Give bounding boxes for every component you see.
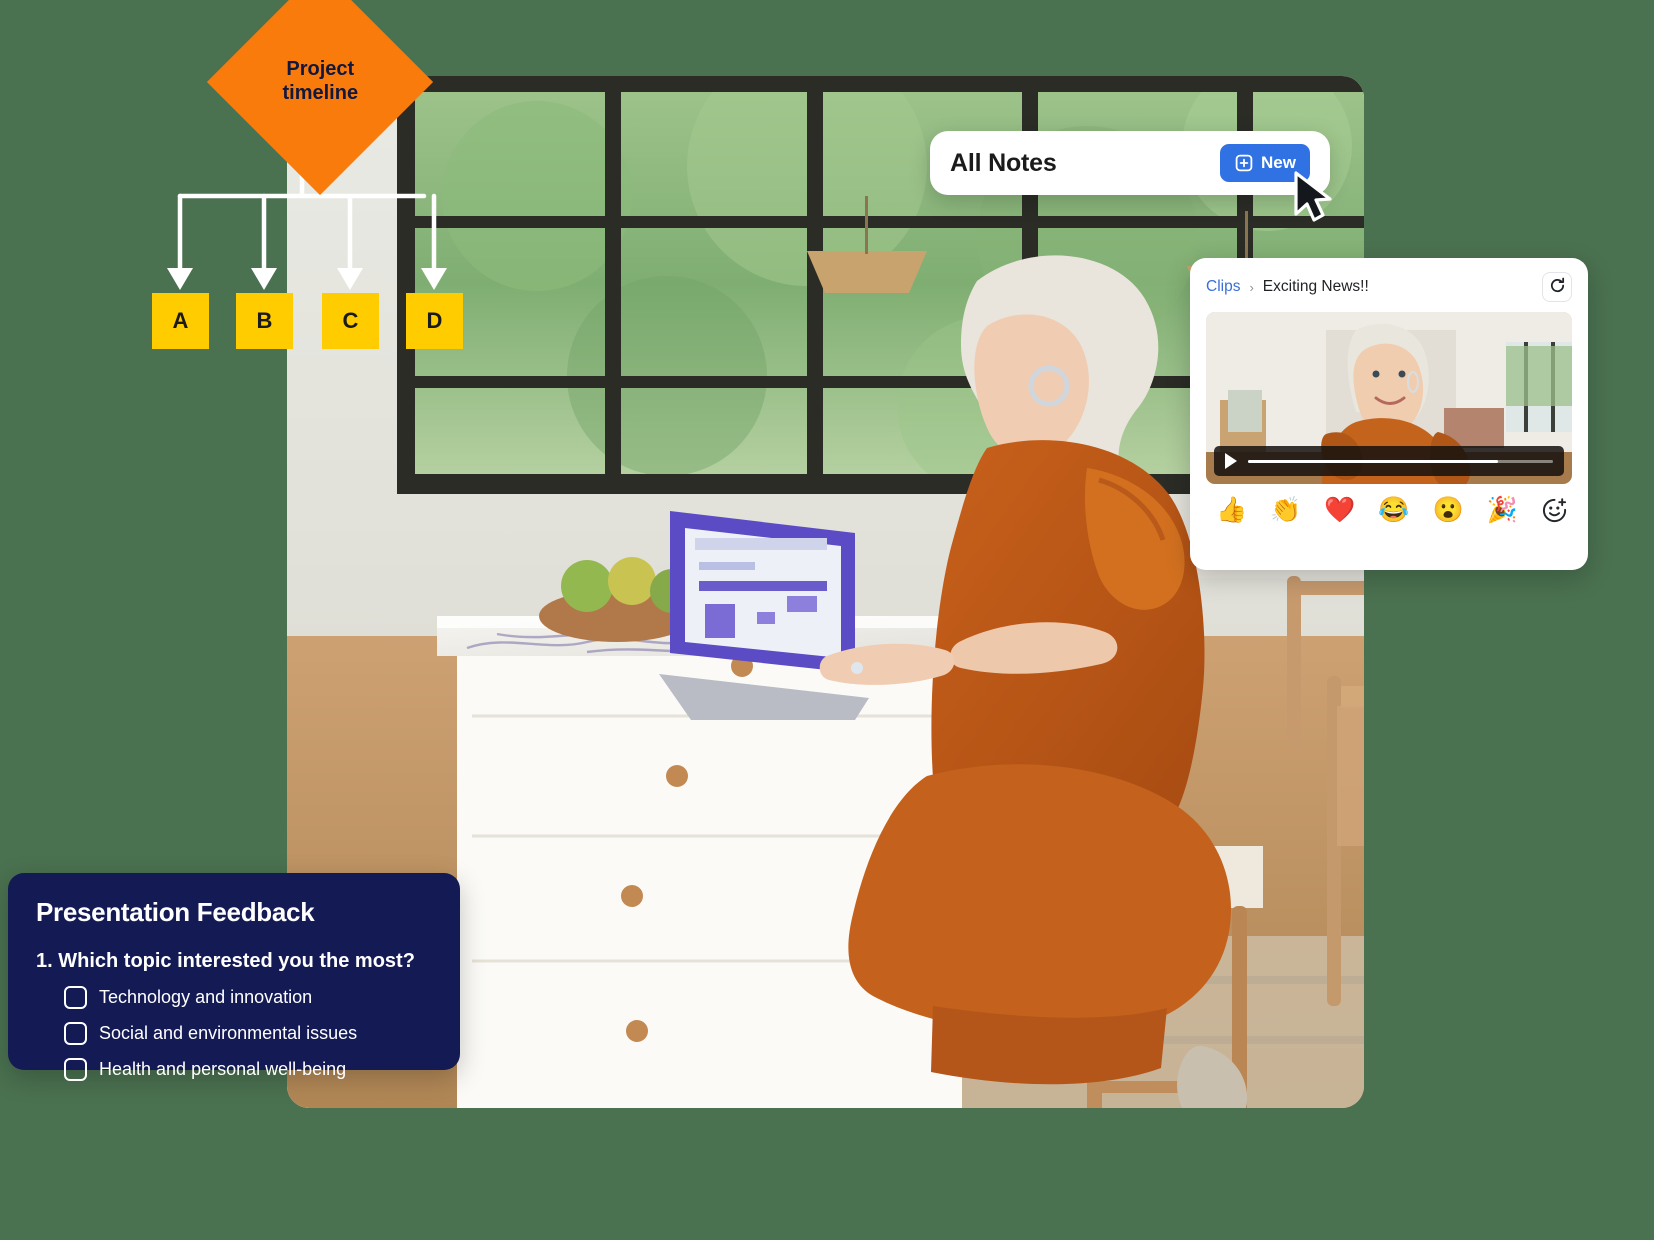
- flowchart-node-a[interactable]: A: [152, 293, 209, 349]
- flowchart-node-d[interactable]: D: [406, 293, 463, 349]
- open-mouth-emoji[interactable]: 😮: [1433, 498, 1464, 523]
- checkbox-option-3[interactable]: [64, 1058, 87, 1081]
- clip-video-thumbnail[interactable]: [1206, 312, 1572, 484]
- checkbox-option-2[interactable]: [64, 1022, 87, 1045]
- breadcrumb-clips-link[interactable]: Clips: [1206, 278, 1240, 296]
- reaction-bar: 👍 👏 ❤️ 😂 😮 🎉: [1206, 484, 1572, 524]
- video-control-bar: [1214, 446, 1564, 476]
- feedback-option-1-label: Technology and innovation: [99, 987, 313, 1007]
- feedback-option-3[interactable]: Health and personal well-being: [36, 1058, 432, 1081]
- flowchart-node-b[interactable]: B: [236, 293, 293, 349]
- all-notes-title: All Notes: [950, 148, 1057, 177]
- flowchart-node-b-label: B: [256, 308, 273, 333]
- play-icon[interactable]: [1225, 453, 1237, 469]
- party-popper-emoji[interactable]: 🎉: [1487, 498, 1518, 523]
- mouse-pointer-icon: [1290, 170, 1336, 226]
- clips-breadcrumb: Clips › Exciting News!!: [1206, 272, 1572, 302]
- chevron-right-icon: ›: [1249, 279, 1254, 295]
- flowchart-diagram: Project timeline A B C D: [140, 0, 500, 380]
- clap-emoji[interactable]: 👏: [1270, 498, 1301, 523]
- flowchart-node-a-label: A: [172, 308, 189, 333]
- refresh-icon: [1549, 277, 1566, 297]
- thumbs-up-emoji[interactable]: 👍: [1216, 498, 1247, 523]
- feedback-option-2[interactable]: Social and environmental issues: [36, 1022, 432, 1045]
- flowchart-node-c-label: C: [342, 308, 359, 333]
- feedback-option-2-label: Social and environmental issues: [99, 1023, 358, 1043]
- clips-panel: Clips › Exciting News!! 👍 👏 ❤️ 😂 😮 🎉: [1190, 258, 1588, 570]
- flowchart-node-c[interactable]: C: [322, 293, 379, 349]
- flowchart-root-label: Project timeline: [282, 58, 358, 104]
- video-progress-bar[interactable]: [1248, 459, 1553, 463]
- note-plus-icon: [1234, 153, 1254, 173]
- add-reaction-icon[interactable]: [1541, 497, 1568, 524]
- flowchart-node-d-label: D: [426, 308, 443, 333]
- feedback-option-3-label: Health and personal well-being: [99, 1059, 347, 1079]
- feedback-option-1[interactable]: Technology and innovation: [36, 986, 432, 1009]
- feedback-card-title: Presentation Feedback: [36, 897, 315, 927]
- presentation-feedback-card: Presentation Feedback 1. Which topic int…: [8, 873, 460, 1081]
- all-notes-card: All Notes New: [930, 131, 1330, 195]
- joy-emoji[interactable]: 😂: [1378, 498, 1409, 523]
- refresh-button[interactable]: [1542, 272, 1572, 302]
- feedback-question: 1. Which topic interested you the most?: [36, 950, 415, 972]
- screenshot-root: Project timeline A B C D All Notes New C…: [0, 0, 1654, 1240]
- checkbox-option-1[interactable]: [64, 986, 87, 1009]
- heart-emoji[interactable]: ❤️: [1324, 498, 1355, 523]
- breadcrumb-current-title: Exciting News!!: [1262, 278, 1369, 295]
